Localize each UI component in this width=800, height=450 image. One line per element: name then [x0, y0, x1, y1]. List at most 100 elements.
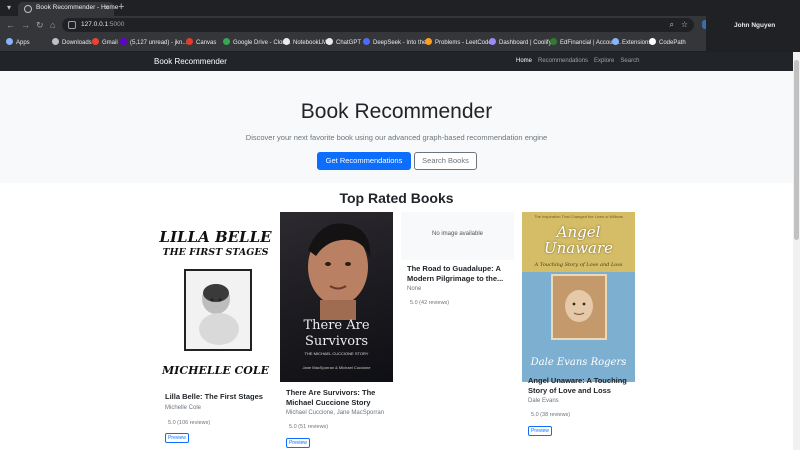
book-title[interactable]: Lilla Belle: The First Stages — [165, 392, 269, 402]
cover-author-text: Dale Evans Rogers — [530, 357, 627, 368]
search-books-button[interactable]: Search Books — [414, 152, 477, 170]
bookmark-favicon-icon — [283, 38, 290, 45]
home-icon[interactable]: ⌂ — [50, 19, 55, 31]
book-cover[interactable]: LILLA BELLE THE FIRST STAGES MICHELLE CO… — [159, 212, 272, 382]
bookmark-item[interactable]: EdFinancial | Accoun... — [550, 38, 621, 48]
preview-button[interactable]: Preview — [528, 426, 552, 436]
get-recommendations-button[interactable]: Get Recommendations — [317, 152, 411, 170]
bookmark-favicon-icon — [223, 38, 230, 45]
book-card: LILLA BELLE THE FIRST STAGES MICHELLE CO… — [159, 212, 272, 450]
bookmark-label: Downloads — [62, 40, 92, 46]
bookmark-label: (5,127 unread) - jkn... — [130, 40, 188, 46]
hero-section: Book Recommender Discover your next favo… — [0, 71, 793, 183]
bookmark-item[interactable]: DeepSeek - Into the... — [363, 38, 431, 48]
bookmark-item[interactable]: (5,127 unread) - jkn... — [120, 38, 187, 48]
cover-portrait — [308, 223, 371, 320]
bookmark-item[interactable]: Gmail — [92, 38, 118, 48]
browser-tab-strip: ▾ Book Recommender - Home × + — [0, 0, 800, 16]
navbar-links: Home Recommendations Explore Search — [516, 58, 645, 64]
bookmark-favicon-icon — [489, 38, 496, 45]
site-info-icon[interactable] — [68, 21, 76, 29]
bookmark-favicon-icon — [649, 38, 656, 45]
navbar-brand[interactable]: Book Recommender — [154, 57, 227, 66]
book-author: Dale Evans — [528, 398, 559, 404]
book-author: Michael Cuccione, Jane MacSporran — [286, 410, 385, 416]
book-rating: 5.0 (42 reviews) — [410, 300, 450, 306]
bookmark-favicon-icon — [92, 38, 99, 45]
bookmark-label: DeepSeek - Into the... — [373, 40, 432, 46]
cover-subtitle-text: A Touching Story of Love and Loss — [534, 262, 623, 268]
bookmark-item[interactable]: Extensions — [612, 38, 651, 48]
hero-title: Book Recommender — [300, 100, 493, 123]
book-rating: 5.0 (106 reviews) — [168, 420, 211, 426]
bookmark-star-icon[interactable]: ☆ — [681, 20, 688, 29]
book-title[interactable]: Angel Unaware: A Touching Story of Love … — [528, 376, 632, 396]
back-icon[interactable]: ← — [6, 19, 15, 31]
bookmark-favicon-icon — [425, 38, 432, 45]
bookmark-item[interactable]: Canvas — [186, 38, 216, 48]
bookmark-label: Gmail — [102, 40, 118, 46]
preview-button[interactable]: Preview — [286, 438, 310, 448]
url-text: 127.0.0.1:5000 — [81, 21, 125, 28]
profile-area[interactable]: John Nguyen — [706, 0, 800, 52]
book-cover-placeholder: No image available — [401, 212, 514, 260]
cover-author-text: Jane MacSporran & Michael Cuccione — [302, 365, 371, 370]
nav-link-explore[interactable]: Explore — [594, 58, 614, 64]
cover-author-text: MICHELLE COLE — [162, 364, 269, 377]
bookmark-label: CodePath — [659, 40, 686, 46]
bookmark-label: Apps — [16, 40, 30, 46]
bookmark-favicon-icon — [186, 38, 193, 45]
book-title[interactable]: The Road to Guadalupe: A Modern Pilgrima… — [407, 264, 511, 284]
bookmarks-bar: Apps Downloads Gmail (5,127 unread) - jkn..… — [0, 34, 706, 52]
bookmark-label: Dashboard | Coolify — [499, 40, 552, 46]
bookmark-item[interactable]: Downloads — [52, 38, 92, 48]
zoom-icon[interactable]: ⌕ — [670, 20, 674, 30]
bookmark-item[interactable]: Problems - LeetCode — [425, 38, 492, 48]
section-title: Top Rated Books — [339, 190, 454, 206]
preview-button[interactable]: Preview — [165, 433, 189, 443]
nav-link-home[interactable]: Home — [516, 58, 532, 64]
bookmark-item[interactable]: NotebookLM — [283, 38, 327, 48]
nav-link-recommendations[interactable]: Recommendations — [538, 58, 588, 64]
reload-icon[interactable]: ↻ — [36, 19, 44, 31]
bookmark-item[interactable]: ChatGPT — [326, 38, 361, 48]
forward-icon[interactable]: → — [21, 19, 30, 31]
bookmark-item[interactable]: Google Drive - Clou... — [223, 38, 291, 48]
cover-title-text: LILLA BELLE — [159, 228, 272, 246]
book-rating: 5.0 (51 reviews) — [289, 424, 329, 430]
bookmark-item[interactable]: CodePath — [649, 38, 686, 48]
scrollbar-thumb[interactable] — [794, 60, 799, 240]
cover-tagline-text: The Inspiration That Changed the Lives o… — [534, 214, 623, 219]
book-cover[interactable]: There Are Survivors THE MICHAEL CUCCIONE… — [280, 212, 393, 382]
bookmark-label: Extensions — [622, 40, 652, 46]
bookmark-favicon-icon — [612, 38, 619, 45]
bookmark-favicon-icon — [52, 38, 59, 45]
web-page: Book Recommender Home Recommendations Expl… — [0, 52, 793, 450]
no-image-text: No image available — [431, 231, 484, 237]
page-scrollbar[interactable] — [793, 52, 800, 450]
bookmark-favicon-icon — [120, 38, 127, 45]
nav-link-search[interactable]: Search — [620, 58, 639, 64]
close-icon[interactable]: × — [104, 3, 109, 12]
cover-photo — [551, 274, 607, 340]
tab-search-icon[interactable]: ▾ — [4, 3, 14, 13]
cover-photo — [184, 269, 252, 351]
url-field[interactable]: 127.0.0.1:5000 ⌕ ☆ — [62, 18, 694, 32]
bookmark-label: Canvas — [196, 40, 217, 46]
bookmark-item[interactable]: Apps — [6, 38, 30, 48]
cover-subtitle-text: THE FIRST STAGES — [162, 247, 269, 258]
book-title[interactable]: There Are Survivors: The Michael Cuccion… — [286, 388, 390, 408]
book-cover[interactable]: The Inspiration That Changed the Lives o… — [522, 212, 635, 382]
bookmark-favicon-icon — [326, 38, 333, 45]
hero-subtitle: Discover your next favorite book using o… — [245, 133, 548, 142]
cover-subtitle-text: THE MICHAEL CUCCIONE STORY — [304, 351, 369, 356]
book-card: No image available The Road to Guadalupe… — [401, 212, 514, 450]
bookmark-item[interactable]: Dashboard | Coolify — [489, 38, 552, 48]
book-author: Michelle Cole — [165, 405, 202, 411]
site-navbar: Book Recommender Home Recommendations Expl… — [0, 52, 793, 71]
new-tab-icon[interactable]: + — [118, 1, 124, 13]
browser-tab[interactable]: Book Recommender - Home × — [18, 2, 118, 16]
bookmark-favicon-icon — [363, 38, 370, 45]
book-rating: 5.0 (38 reviews) — [531, 412, 571, 418]
bookmark-label: NotebookLM — [293, 40, 328, 46]
